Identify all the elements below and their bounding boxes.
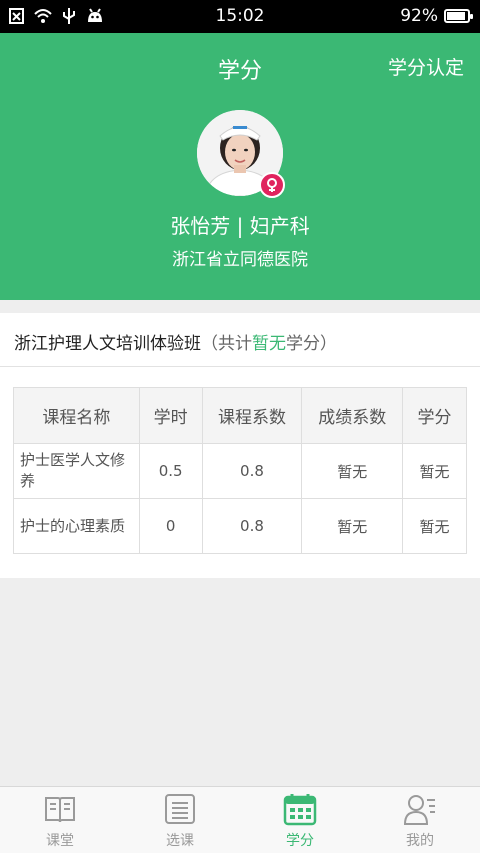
column-header-course-name: 课程名称 — [13, 387, 140, 444]
battery-percent: 92% — [400, 6, 438, 26]
credit-certification-button[interactable]: 学分认定 — [388, 53, 464, 80]
credits-table: 课程名称 学时 课程系数 成绩系数 学分 护士医学人文修养 0.5 0.8 暂无… — [13, 387, 467, 554]
calendar-icon — [283, 794, 317, 826]
profile-header: 学分 学分认定 张怡芳 | 妇产科 浙江省立同德医院 — [0, 33, 480, 300]
tab-classroom[interactable]: 课堂 — [0, 787, 120, 853]
hours-cell: 0.5 — [138, 443, 203, 499]
tab-course-selection[interactable]: 选课 — [120, 787, 240, 853]
status-right: 92% — [400, 6, 473, 26]
total-credits-value: 暂无 — [252, 334, 286, 354]
credits-cell: 暂无 — [402, 498, 467, 554]
tab-label: 学分 — [286, 833, 314, 849]
course-coefficient-cell: 0.8 — [201, 498, 303, 554]
list-icon — [165, 794, 195, 824]
table-header-row: 课程名称 学时 课程系数 成绩系数 学分 — [13, 387, 467, 444]
status-bar: 15:02 92% — [0, 0, 480, 33]
tab-mine[interactable]: 我的 — [360, 787, 480, 853]
score-coefficient-cell: 暂无 — [301, 498, 404, 554]
battery-level — [447, 12, 465, 20]
course-name-cell: 护士医学人文修养 — [13, 443, 140, 499]
total-suffix: 学分） — [286, 334, 337, 354]
column-header-score-coefficient: 成绩系数 — [301, 387, 404, 444]
tab-label: 选课 — [166, 833, 194, 849]
total-prefix: （共计 — [201, 334, 252, 354]
battery-icon — [444, 9, 473, 23]
female-badge — [259, 172, 285, 198]
score-coefficient-cell: 暂无 — [301, 443, 404, 499]
credits-cell: 暂无 — [402, 443, 467, 499]
divider — [0, 366, 480, 367]
class-title-line: 浙江护理人文培训体验班（共计暂无学分） — [14, 329, 337, 354]
table-row[interactable]: 护士医学人文修养 0.5 0.8 暂无 暂无 — [13, 443, 467, 499]
user-icon — [403, 795, 435, 825]
user-hospital: 浙江省立同德医院 — [172, 250, 308, 270]
course-coefficient-cell: 0.8 — [201, 443, 303, 499]
column-header-credits: 学分 — [402, 387, 467, 444]
tab-label: 我的 — [406, 833, 434, 849]
female-icon — [267, 178, 277, 192]
bottom-tab-bar: 课堂 选课 学分 我的 — [0, 786, 480, 853]
table-row[interactable]: 护士的心理素质 0 0.8 暂无 暂无 — [13, 498, 467, 554]
course-name-cell: 护士的心理素质 — [13, 498, 140, 554]
user-name-department: 张怡芳 | 妇产科 — [170, 214, 310, 238]
tab-label: 课堂 — [46, 833, 74, 849]
column-header-course-coefficient: 课程系数 — [201, 387, 303, 444]
book-icon — [45, 797, 75, 823]
class-name: 浙江护理人文培训体验班 — [14, 334, 201, 354]
avatar-container — [197, 110, 285, 198]
tab-credits[interactable]: 学分 — [240, 787, 360, 853]
credits-card: 浙江护理人文培训体验班（共计暂无学分） 课程名称 学时 课程系数 成绩系数 学分… — [0, 313, 480, 578]
column-header-hours: 学时 — [138, 387, 203, 444]
hours-cell: 0 — [138, 498, 203, 554]
